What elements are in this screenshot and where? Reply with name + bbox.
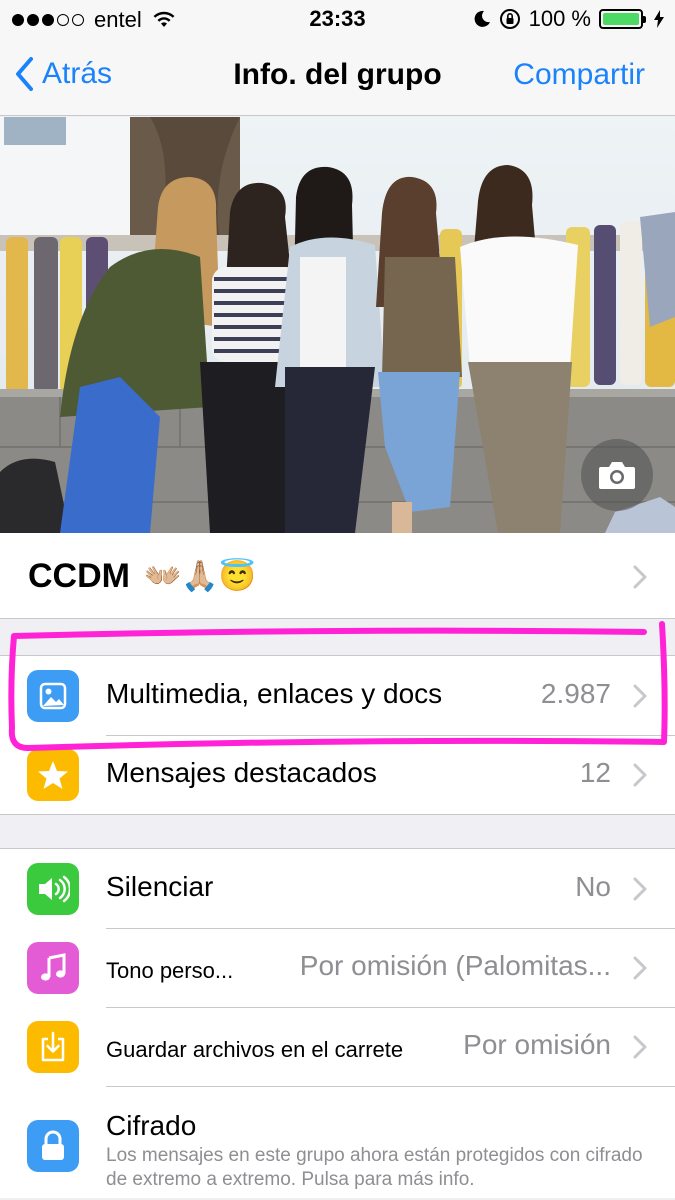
status-bar: entel 23:33 100 % [0, 0, 675, 38]
share-button[interactable]: Compartir [513, 58, 645, 92]
group-name-emoji: 👐🏼🙏🏼😇 [143, 560, 257, 593]
save-to-camera-roll-label: Guardar archivos en el carrete [106, 1037, 404, 1062]
mute-value: No [575, 871, 611, 902]
save-to-camera-roll-row[interactable]: Guardar archivos en el carrete Por omisi… [0, 1007, 675, 1086]
mute-label: Silenciar [106, 871, 214, 902]
settings-section: Silenciar No Tono perso... Por omisión (… [0, 848, 675, 1198]
media-links-docs-row[interactable]: Multimedia, enlaces y docs 2.987 [0, 656, 675, 735]
battery-percent: 100 % [528, 6, 591, 31]
orientation-lock-icon [499, 9, 520, 29]
encryption-label: Cifrado [106, 1110, 197, 1141]
starred-messages-label: Mensajes destacados [106, 757, 377, 788]
moon-icon [474, 10, 490, 27]
custom-tone-value: Por omisión (Palomitas... [299, 950, 611, 981]
status-right: 100 % [473, 6, 665, 32]
media-count: 2.987 [540, 678, 611, 709]
custom-tone-row[interactable]: Tono perso... Por omisión (Palomitas... [0, 928, 675, 1007]
group-name-text: CCDM [28, 557, 130, 595]
chevron-right-icon [633, 956, 647, 980]
battery-level [603, 13, 639, 25]
starred-messages-row[interactable]: Mensajes destacados 12 [0, 735, 675, 814]
media-section: Multimedia, enlaces y docs 2.987 Mensaje… [0, 655, 675, 815]
encryption-row[interactable]: Cifrado Los mensajes en este grupo ahora… [0, 1086, 675, 1198]
charging-bolt-icon [654, 10, 664, 28]
download-icon [27, 1021, 79, 1073]
star-icon [27, 749, 79, 801]
chevron-right-icon [633, 763, 647, 787]
group-name: CCDM 👐🏼🙏🏼😇 [28, 557, 256, 596]
save-to-camera-roll-value: Por omisión [463, 1029, 611, 1060]
lock-icon [27, 1120, 79, 1172]
photo-icon [27, 670, 79, 722]
encryption-description: Los mensajes en este grupo ahora están p… [106, 1145, 643, 1190]
group-name-cell[interactable]: CCDM 👐🏼🙏🏼😇 [0, 533, 675, 619]
battery-icon [599, 9, 646, 29]
chevron-right-icon [633, 565, 647, 589]
camera-icon [599, 462, 635, 489]
mute-row[interactable]: Silenciar No [0, 849, 675, 928]
chevron-right-icon [633, 1035, 647, 1059]
starred-count: 12 [579, 757, 611, 788]
chevron-right-icon [633, 877, 647, 901]
group-photo-image [0, 117, 675, 533]
custom-tone-label: Tono perso... [106, 958, 234, 983]
speaker-icon [27, 863, 79, 915]
navigation-bar: Atrás Info. del grupo Compartir [0, 38, 675, 116]
music-note-icon [27, 942, 79, 994]
change-photo-button[interactable] [581, 439, 653, 511]
chevron-right-icon [633, 684, 647, 708]
media-links-docs-label: Multimedia, enlaces y docs [106, 678, 443, 709]
group-photo[interactable] [0, 117, 675, 533]
